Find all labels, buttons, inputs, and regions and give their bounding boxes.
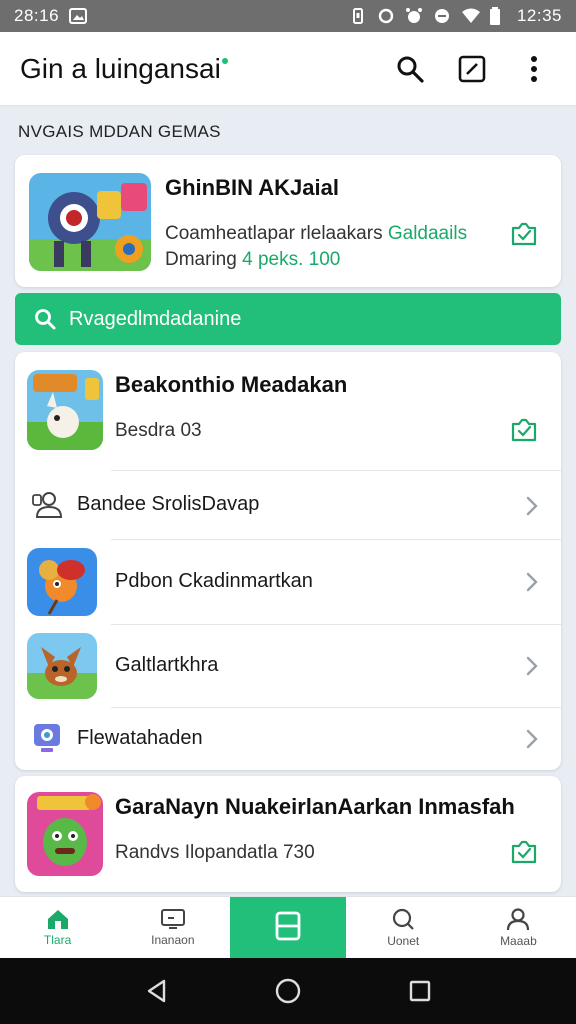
featured-desc-part-1: Coamheatlapar (165, 223, 295, 244)
profile-icon (507, 908, 530, 931)
app-bar: Gin a luingansai (0, 32, 576, 106)
status-time-left: 28:16 (14, 6, 60, 25)
search-icon (397, 56, 424, 83)
chevron-right-icon (526, 496, 538, 516)
row-game-thumbnail (27, 548, 97, 616)
wifi-icon (461, 7, 480, 25)
more-options-button[interactable] (512, 47, 556, 91)
nav-tab-profile[interactable]: Maaab (461, 897, 576, 958)
download-icon[interactable] (509, 218, 539, 248)
vibrate-icon (349, 7, 367, 25)
list-item-label: Flewatahaden (77, 727, 203, 749)
sync-icon (377, 7, 395, 25)
featured-meta-prefix: Dmaring (165, 249, 237, 270)
list-item[interactable]: Flewatahaden (15, 708, 561, 770)
more-vert-icon (531, 55, 537, 82)
nav-tab-label: Uonet (387, 934, 420, 948)
list-header-thumbnail (27, 370, 103, 450)
status-time-right: 12:35 (516, 6, 562, 25)
webcam-icon (31, 722, 63, 759)
search-bar[interactable]: Rvagedlmdadanine (15, 293, 561, 345)
list-item[interactable]: Galtlartkhra (15, 625, 561, 707)
download-icon[interactable] (509, 414, 539, 444)
home-button[interactable] (268, 971, 308, 1011)
nav-tab-label: Maaab (500, 934, 537, 948)
alarm-icon (405, 7, 423, 25)
search-icon (393, 908, 414, 930)
list-card-title: Beakonthio Meadakan (115, 372, 348, 397)
list-item[interactable]: Pdbon Ckadinmartkan (15, 540, 561, 624)
featured-game-meta: Dmaring 4 peks. 100 (165, 249, 340, 271)
nav-tab-monitor[interactable]: Inanaon (115, 897, 230, 958)
featured-desc-green: Galdaails (387, 223, 468, 244)
search-icon (35, 309, 56, 330)
battery-icon (489, 7, 507, 25)
featured-game-card[interactable]: GhinBIN AKJaial Coamheatlapar rlelaakars… (15, 155, 561, 287)
edit-button[interactable] (450, 47, 494, 91)
game-thumbnail (27, 792, 103, 876)
system-navigation-bar (0, 958, 576, 1024)
game-card-subtitle: Randvs Ilopandatla 730 (115, 842, 315, 863)
app-title: Gin a luingansai (20, 53, 370, 85)
edit-box-icon (458, 55, 486, 82)
chevron-right-icon (526, 572, 538, 592)
list-item-label: Galtlartkhra (115, 654, 219, 676)
section-label: NVGAIS MDDAN GEMAS (18, 122, 221, 141)
home-icon (47, 910, 68, 929)
game-list-card: Beakonthio Meadakan Besdra 03 Bandee Sro… (15, 352, 561, 770)
status-bar: 28:16 12:35 (0, 0, 576, 32)
row-game-thumbnail (27, 633, 97, 699)
monitor-icon (160, 909, 185, 929)
nav-tab-label: Inanaon (151, 933, 195, 947)
bottom-navigation: Tlara Inanaon Uonet Maaab (0, 896, 576, 958)
list-card-subtitle: Besdra 03 (115, 420, 202, 441)
list-item[interactable]: Bandee SrolisDavap (15, 471, 561, 539)
do-not-disturb-icon (433, 7, 451, 25)
people-icon (31, 491, 65, 524)
featured-game-title: GhinBIN AKJaial (165, 175, 339, 200)
nav-tab-home[interactable]: Tlara (0, 897, 115, 958)
nav-tab-search[interactable]: Uonet (346, 897, 461, 958)
list-item-label: Bandee SrolisDavap (77, 493, 260, 515)
chevron-right-icon (526, 729, 538, 749)
gallery-icon (69, 7, 88, 25)
featured-game-thumbnail (29, 173, 151, 271)
home-circle-icon (275, 978, 301, 1004)
featured-game-description: Coamheatlapar rlelaakars Galdaails (165, 223, 467, 245)
search-button[interactable] (388, 47, 432, 91)
recents-square-icon (409, 980, 431, 1002)
back-triangle-icon (147, 979, 166, 1003)
featured-meta-green: 4 peks. 100 (242, 249, 341, 270)
featured-desc-part-2: rlelaakars (300, 223, 383, 244)
chevron-right-icon (526, 656, 538, 676)
game-card[interactable]: GaraNayn NuakeirlanAarkan Inmasfah Randv… (15, 776, 561, 892)
game-card-title: GaraNayn NuakeirlanAarkan Inmasfah (115, 794, 515, 819)
recents-button[interactable] (400, 971, 440, 1011)
download-icon[interactable] (509, 836, 539, 866)
search-placeholder: Rvagedlmdadanine (69, 307, 242, 330)
nav-tab-library[interactable] (230, 897, 346, 958)
title-dot-icon (221, 57, 228, 64)
library-icon (275, 911, 301, 941)
list-item-label: Pdbon Ckadinmartkan (115, 570, 313, 592)
nav-tab-label: Tlara (43, 933, 72, 947)
app-title-text: Gin a luingansai (20, 52, 221, 84)
back-button[interactable] (136, 971, 176, 1011)
